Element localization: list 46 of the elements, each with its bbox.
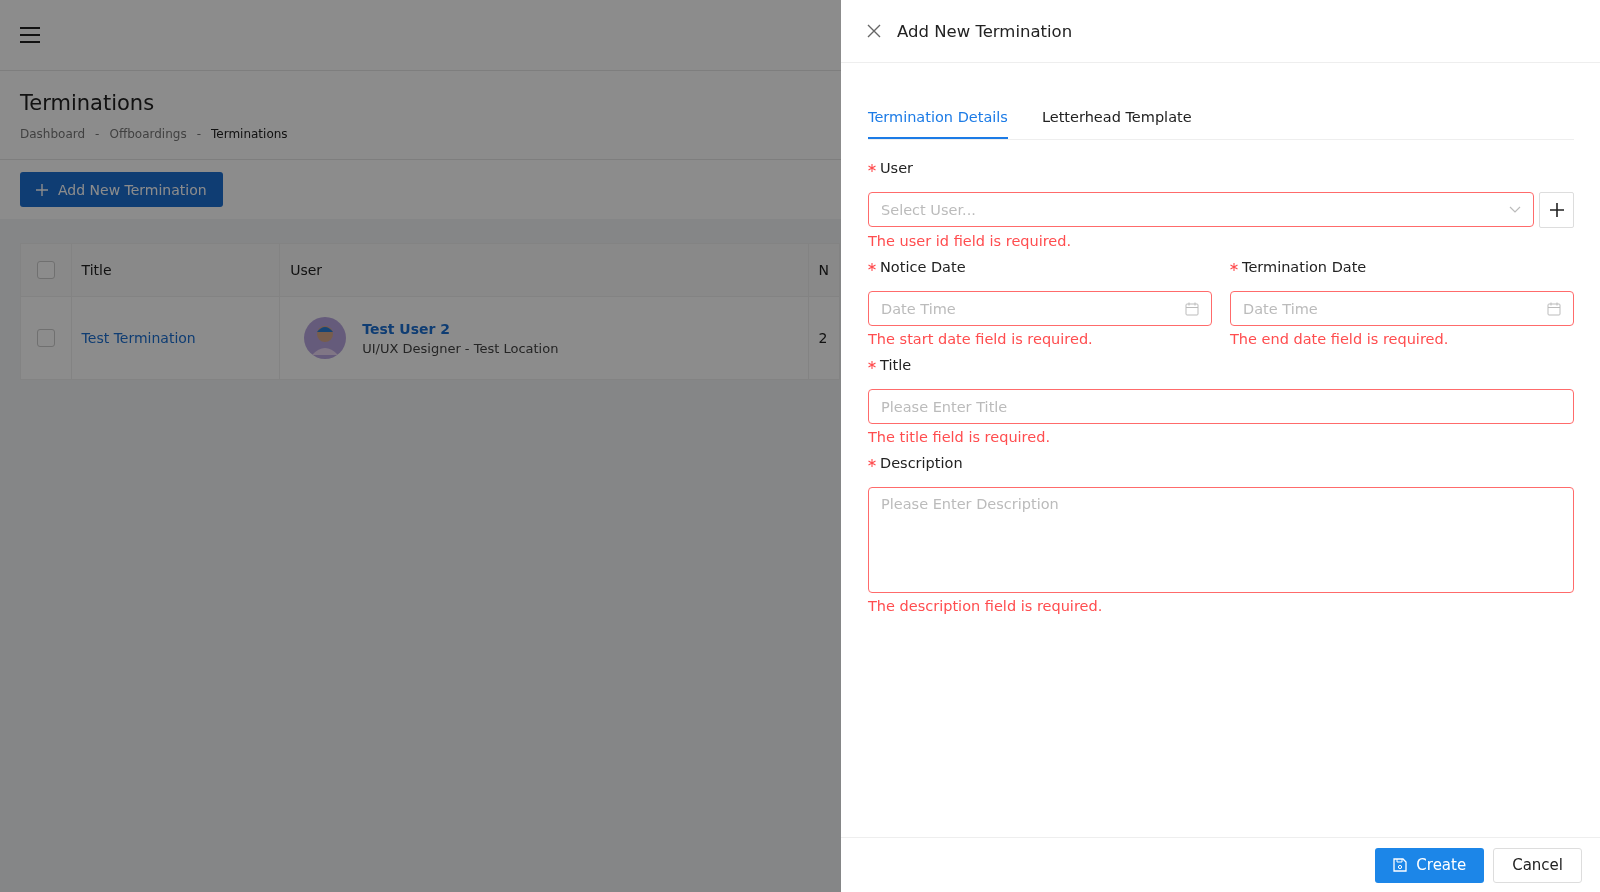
description-textarea[interactable]: Please Enter Description (868, 487, 1574, 593)
error-message: The start date field is required. (868, 330, 1094, 349)
column-header: Title (81, 262, 112, 278)
user-subtitle: UI/UX Designer - Test Location (362, 340, 559, 356)
row-checkbox[interactable] (36, 329, 55, 347)
column-header: User (290, 262, 323, 278)
add-user-button[interactable] (1539, 192, 1574, 228)
avatar (304, 317, 347, 359)
calendar-icon (1547, 301, 1561, 316)
field-label: Notice Date (880, 258, 966, 277)
breadcrumb-item[interactable]: Dashboard (20, 127, 86, 141)
table-cell: 2 (818, 330, 828, 346)
create-button[interactable]: Create (1375, 847, 1485, 883)
error-message: The user id field is required. (868, 232, 1073, 251)
breadcrumb-item[interactable]: Offboardings (109, 127, 187, 141)
termination-title-link[interactable]: Test Termination (81, 330, 196, 346)
date-field[interactable]: Date Time (1230, 291, 1574, 326)
column-header: N (818, 262, 829, 278)
user-select[interactable]: Select User... (868, 192, 1535, 227)
user-name-link[interactable]: Test User 2 (362, 320, 559, 337)
chevron-down-icon (1509, 205, 1522, 214)
title-input[interactable]: Please Enter Title (868, 389, 1574, 424)
cancel-button[interactable]: Cancel (1493, 847, 1582, 883)
field-label: Termination Date (1242, 258, 1367, 277)
field-label: User (880, 159, 914, 178)
drawer-title: Add New Termination (897, 21, 1073, 41)
breadcrumb-separator: - (95, 127, 100, 141)
menu-icon[interactable] (20, 27, 40, 43)
calendar-icon (1185, 301, 1199, 316)
plus-icon (36, 183, 48, 196)
tab[interactable]: Letterhead Template (1041, 99, 1192, 139)
error-message: The description field is required. (868, 597, 1104, 616)
breadcrumb-separator: - (196, 127, 201, 141)
error-message: The end date field is required. (1230, 330, 1450, 349)
field-label: Title (880, 356, 912, 375)
save-icon (1393, 858, 1408, 872)
breadcrumb-item: Terminations (211, 127, 288, 141)
tab[interactable]: Termination Details (868, 99, 1008, 139)
field-label: Description (880, 454, 963, 473)
date-field[interactable]: Date Time (868, 291, 1212, 326)
page-title: Terminations (20, 91, 155, 115)
error-message: The title field is required. (868, 428, 1051, 447)
add-termination-button[interactable]: Add New Termination (20, 172, 223, 207)
select-all-checkbox[interactable] (36, 261, 55, 279)
close-icon[interactable] (867, 24, 881, 38)
plus-icon (1549, 203, 1564, 217)
